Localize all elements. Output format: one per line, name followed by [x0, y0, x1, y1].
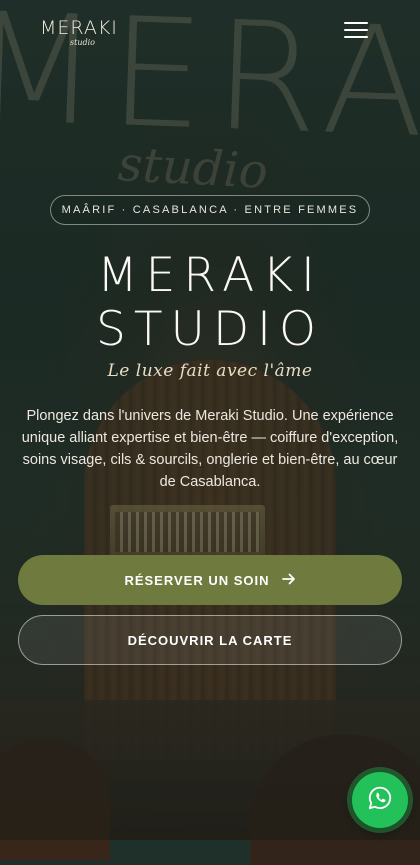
- book-treatment-button[interactable]: RÉSERVER UN SOIN: [18, 555, 402, 605]
- book-treatment-label: RÉSERVER UN SOIN: [124, 572, 270, 588]
- logo-wordmark: MERAKI: [40, 17, 118, 39]
- site-header: MERAKI studio: [0, 0, 420, 64]
- whatsapp-button[interactable]: [352, 772, 408, 828]
- location-badge: MAÂRIF · CASABLANCA · ENTRE FEMMES: [50, 195, 370, 225]
- hero-tagline: Le luxe fait avec l'âme: [107, 361, 313, 381]
- hero-description: Plongez dans l'univers de Meraki Studio.…: [21, 408, 399, 490]
- discover-menu-label: DÉCOUVRIR LA CARTE: [127, 632, 293, 648]
- hero-title-line2: STUDIO: [96, 302, 324, 357]
- hero-title-line1: MERAKI: [97, 248, 323, 303]
- hamburger-menu-icon[interactable]: [344, 20, 370, 40]
- arrow-right-icon: [281, 572, 296, 589]
- discover-menu-button[interactable]: DÉCOUVRIR LA CARTE: [18, 615, 402, 665]
- whatsapp-icon: [367, 785, 393, 816]
- site-logo[interactable]: MERAKI studio: [40, 18, 120, 47]
- logo-subscript: studio: [70, 38, 95, 47]
